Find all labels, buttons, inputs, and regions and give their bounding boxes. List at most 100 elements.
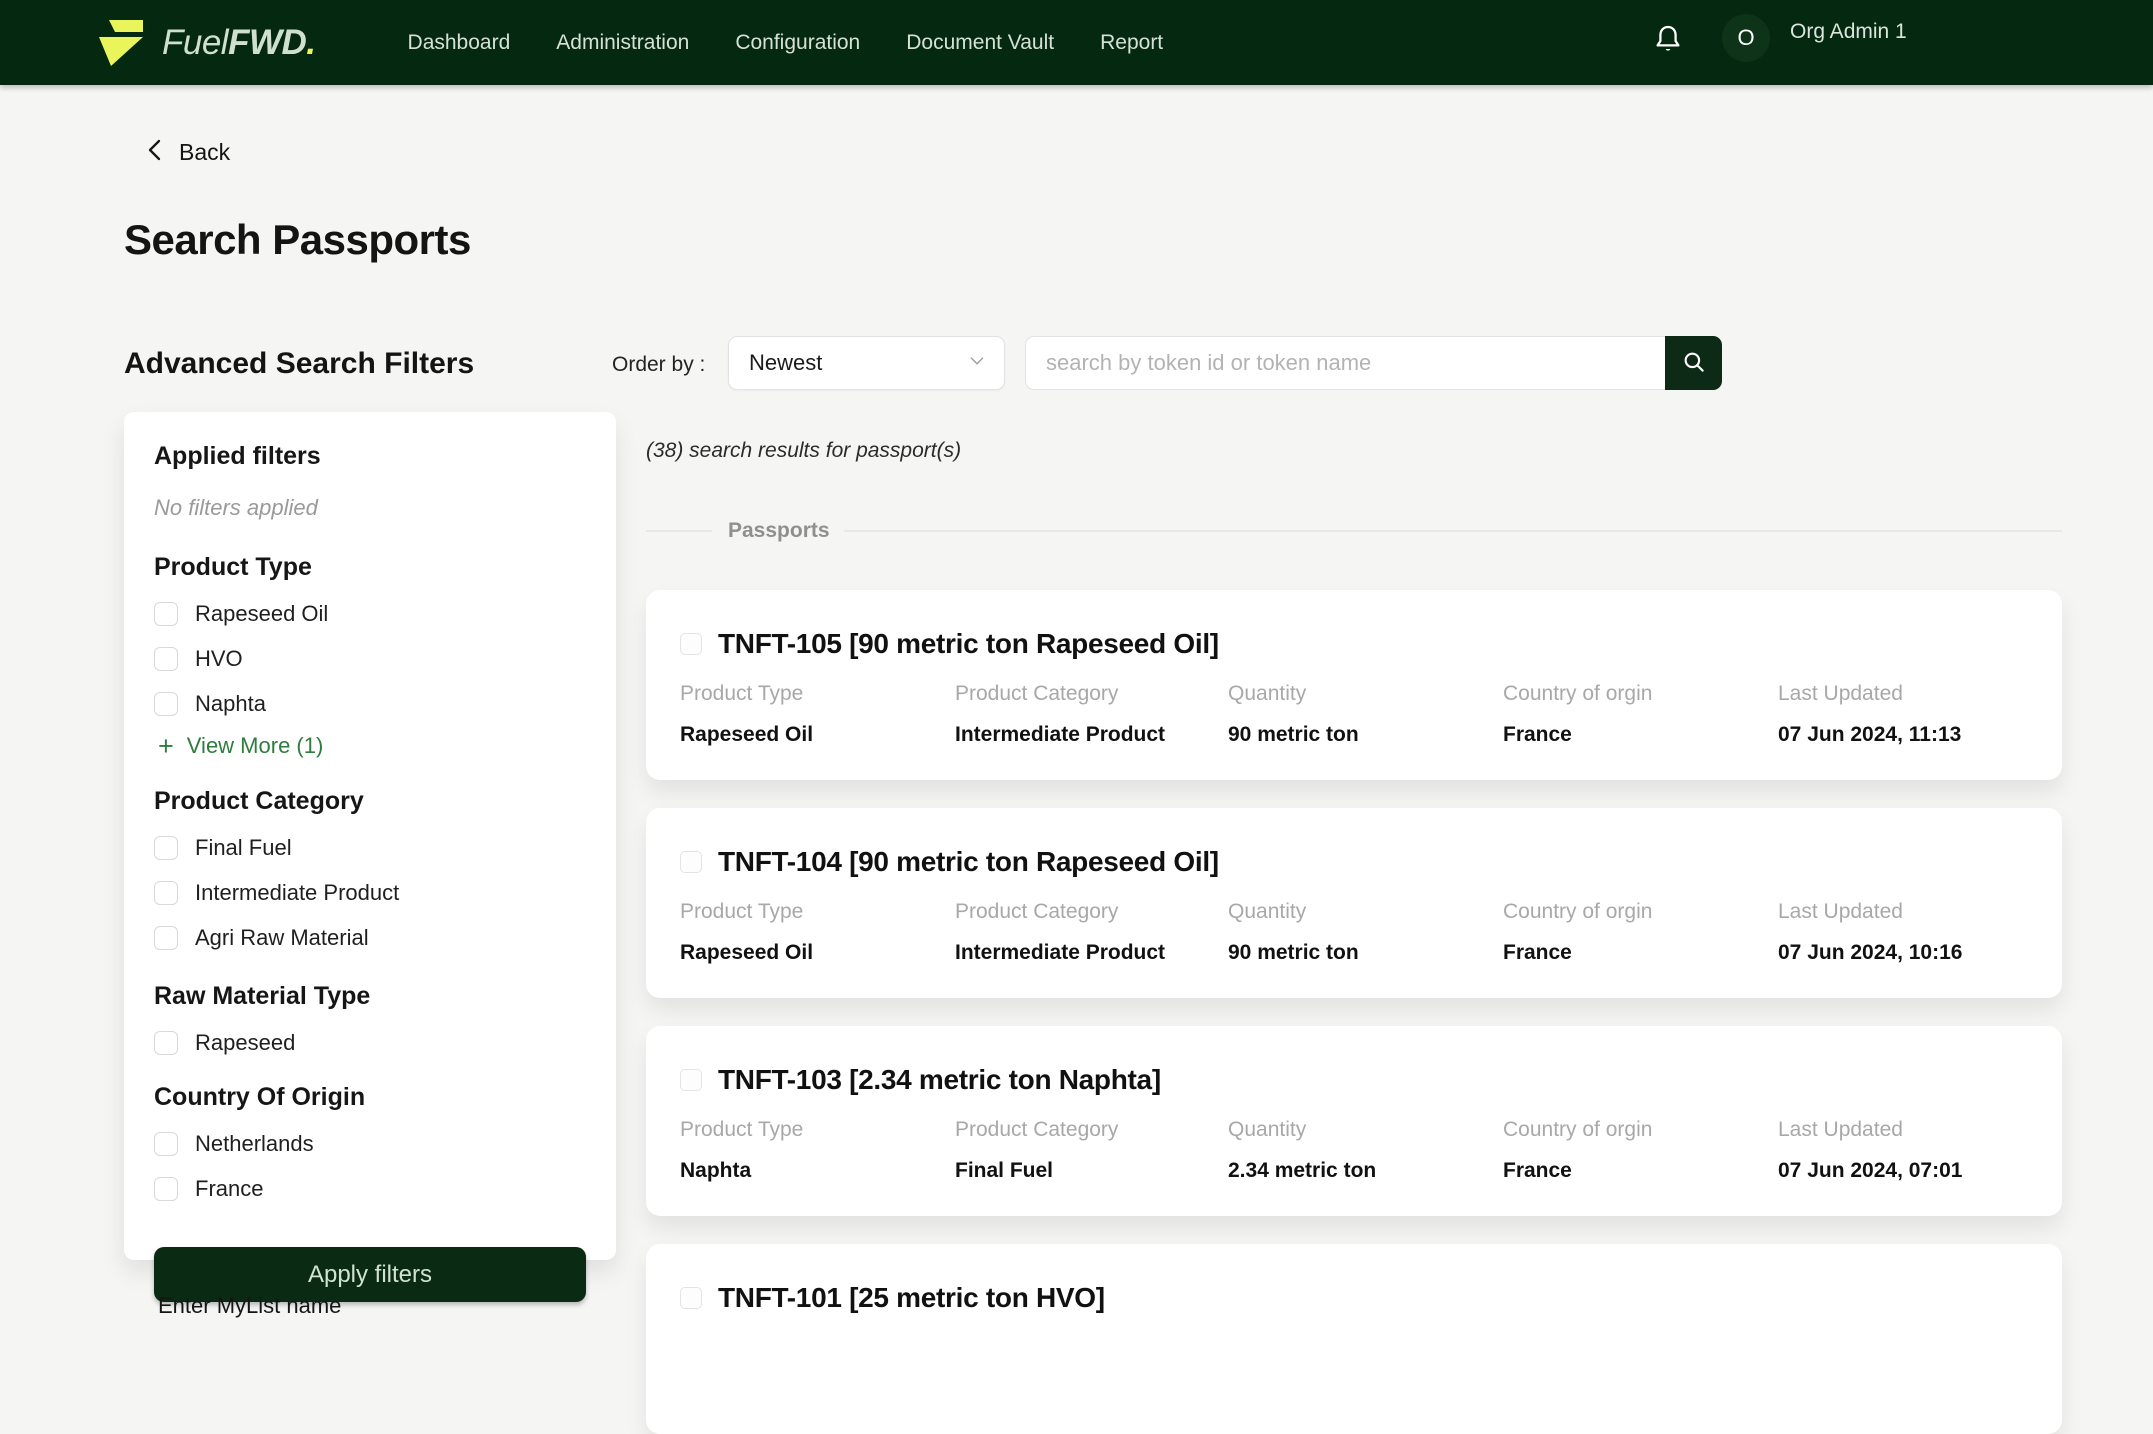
passports-group-label: Passports: [728, 519, 830, 543]
checkbox[interactable]: [154, 602, 178, 626]
filter-option-label: Netherlands: [195, 1131, 314, 1157]
divider-line: [646, 530, 712, 532]
field-value-quantity: 90 metric ton: [1228, 941, 1503, 965]
filter-option-label: France: [195, 1176, 263, 1202]
filter-option-label: Final Fuel: [195, 835, 292, 861]
passport-card[interactable]: TNFT-103 [2.34 metric ton Naphta] Produc…: [646, 1026, 2062, 1216]
filter-option-rapeseed[interactable]: Rapeseed: [154, 1031, 586, 1055]
filter-option-label: Naphta: [195, 691, 266, 717]
checkbox[interactable]: [154, 647, 178, 671]
passport-card[interactable]: TNFT-105 [90 metric ton Rapeseed Oil] Pr…: [646, 590, 2062, 780]
filter-section-country-of-origin: Country Of Origin: [154, 1083, 586, 1112]
advanced-search-filters-title: Advanced Search Filters: [124, 347, 474, 381]
chevron-down-icon: [966, 350, 988, 377]
field-label: Product Category: [955, 900, 1228, 924]
field-value-quantity: 90 metric ton: [1228, 723, 1503, 747]
field-label: Quantity: [1228, 1118, 1503, 1142]
field-label: Product Category: [955, 682, 1228, 706]
filter-option-netherlands[interactable]: Netherlands: [154, 1132, 586, 1156]
view-more-link[interactable]: + View More (1): [158, 733, 586, 759]
card-checkbox[interactable]: [680, 633, 702, 655]
nav-document-vault[interactable]: Document Vault: [906, 31, 1054, 55]
filter-option-naphta[interactable]: Naphta: [154, 692, 586, 716]
nav-report[interactable]: Report: [1100, 31, 1163, 55]
passport-card-title: TNFT-101 [25 metric ton HVO]: [718, 1282, 1105, 1314]
filter-section-product-category: Product Category: [154, 787, 586, 816]
field-value-country: France: [1503, 1159, 1778, 1183]
card-fields: Product Type Rapeseed Oil Product Categor…: [680, 682, 2032, 747]
filter-section-product-type: Product Type: [154, 553, 586, 582]
passport-card-title: TNFT-104 [90 metric ton Rapeseed Oil]: [718, 846, 1219, 878]
nav-configuration[interactable]: Configuration: [735, 31, 860, 55]
field-value-product-type: Naphta: [680, 1159, 955, 1183]
filter-option-label: Rapeseed Oil: [195, 601, 328, 627]
no-filters-text: No filters applied: [154, 495, 586, 521]
field-label: Country of orgin: [1503, 1118, 1778, 1142]
passport-card[interactable]: TNFT-101 [25 metric ton HVO]: [646, 1244, 2062, 1434]
checkbox[interactable]: [154, 926, 178, 950]
field-label: Last Updated: [1778, 900, 2032, 924]
passport-card-title: TNFT-103 [2.34 metric ton Naphta]: [718, 1064, 1161, 1096]
field-value-last-updated: 07 Jun 2024, 11:13: [1778, 723, 2032, 747]
card-fields: Product TypeNaphta Product CategoryFinal…: [680, 1118, 2032, 1183]
field-value-product-type: Rapeseed Oil: [680, 723, 955, 747]
passport-card[interactable]: TNFT-104 [90 metric ton Rapeseed Oil] Pr…: [646, 808, 2062, 998]
field-value-product-category: Intermediate Product: [955, 941, 1228, 965]
field-label: Country of orgin: [1503, 900, 1778, 924]
field-label: Product Type: [680, 682, 955, 706]
filter-option-intermediate-product[interactable]: Intermediate Product: [154, 881, 586, 905]
nav-dashboard[interactable]: Dashboard: [408, 31, 511, 55]
search-button[interactable]: [1665, 336, 1722, 390]
nav-administration[interactable]: Administration: [556, 31, 689, 55]
filter-option-label: Agri Raw Material: [195, 925, 369, 951]
filter-option-final-fuel[interactable]: Final Fuel: [154, 836, 586, 860]
filter-section-raw-material-type: Raw Material Type: [154, 982, 586, 1011]
checkbox[interactable]: [154, 836, 178, 860]
order-by-label: Order by :: [612, 353, 705, 377]
filter-option-label: HVO: [195, 646, 243, 672]
filter-option-rapeseed-oil[interactable]: Rapeseed Oil: [154, 602, 586, 626]
view-more-label: View More (1): [187, 733, 324, 759]
order-by-selected-value: Newest: [749, 350, 822, 376]
checkbox[interactable]: [154, 692, 178, 716]
notification-bell-icon[interactable]: [1652, 21, 1684, 61]
filter-option-label: Rapeseed: [195, 1030, 295, 1056]
order-by-select[interactable]: Newest: [728, 336, 1005, 390]
user-avatar[interactable]: O: [1722, 14, 1770, 62]
results-count: (38) search results for passport(s): [646, 439, 961, 463]
filter-option-france[interactable]: France: [154, 1177, 586, 1201]
field-label: Country of orgin: [1503, 682, 1778, 706]
brand-name: FuelFWD.: [162, 23, 316, 63]
card-checkbox[interactable]: [680, 851, 702, 873]
filter-option-agri-raw-material[interactable]: Agri Raw Material: [154, 926, 586, 950]
plus-icon: +: [158, 734, 174, 758]
field-value-country: France: [1503, 723, 1778, 747]
divider-line: [844, 530, 2062, 532]
fuelfwd-funnel-icon: [98, 19, 144, 67]
passports-group-divider: Passports: [646, 519, 2062, 543]
back-button[interactable]: Back: [145, 138, 230, 167]
field-label: Last Updated: [1778, 682, 2032, 706]
filter-option-label: Intermediate Product: [195, 880, 399, 906]
back-label: Back: [179, 139, 230, 166]
card-checkbox[interactable]: [680, 1287, 702, 1309]
field-label: Quantity: [1228, 682, 1503, 706]
page-title: Search Passports: [124, 216, 471, 264]
search-icon: [1681, 349, 1707, 378]
field-label: Product Type: [680, 900, 955, 924]
checkbox[interactable]: [154, 1132, 178, 1156]
main-nav: Dashboard Administration Configuration D…: [408, 31, 1164, 55]
checkbox[interactable]: [154, 1031, 178, 1055]
brand-logo[interactable]: FuelFWD.: [98, 19, 316, 67]
field-value-product-category: Final Fuel: [955, 1159, 1228, 1183]
applied-filters-title: Applied filters: [154, 442, 586, 471]
checkbox[interactable]: [154, 1177, 178, 1201]
field-value-quantity: 2.34 metric ton: [1228, 1159, 1503, 1183]
field-label: Quantity: [1228, 900, 1503, 924]
filter-option-hvo[interactable]: HVO: [154, 647, 586, 671]
card-checkbox[interactable]: [680, 1069, 702, 1091]
chevron-left-icon: [145, 138, 165, 167]
mylist-name-label: Enter MyList name: [158, 1293, 341, 1319]
search-input[interactable]: [1025, 336, 1665, 390]
checkbox[interactable]: [154, 881, 178, 905]
